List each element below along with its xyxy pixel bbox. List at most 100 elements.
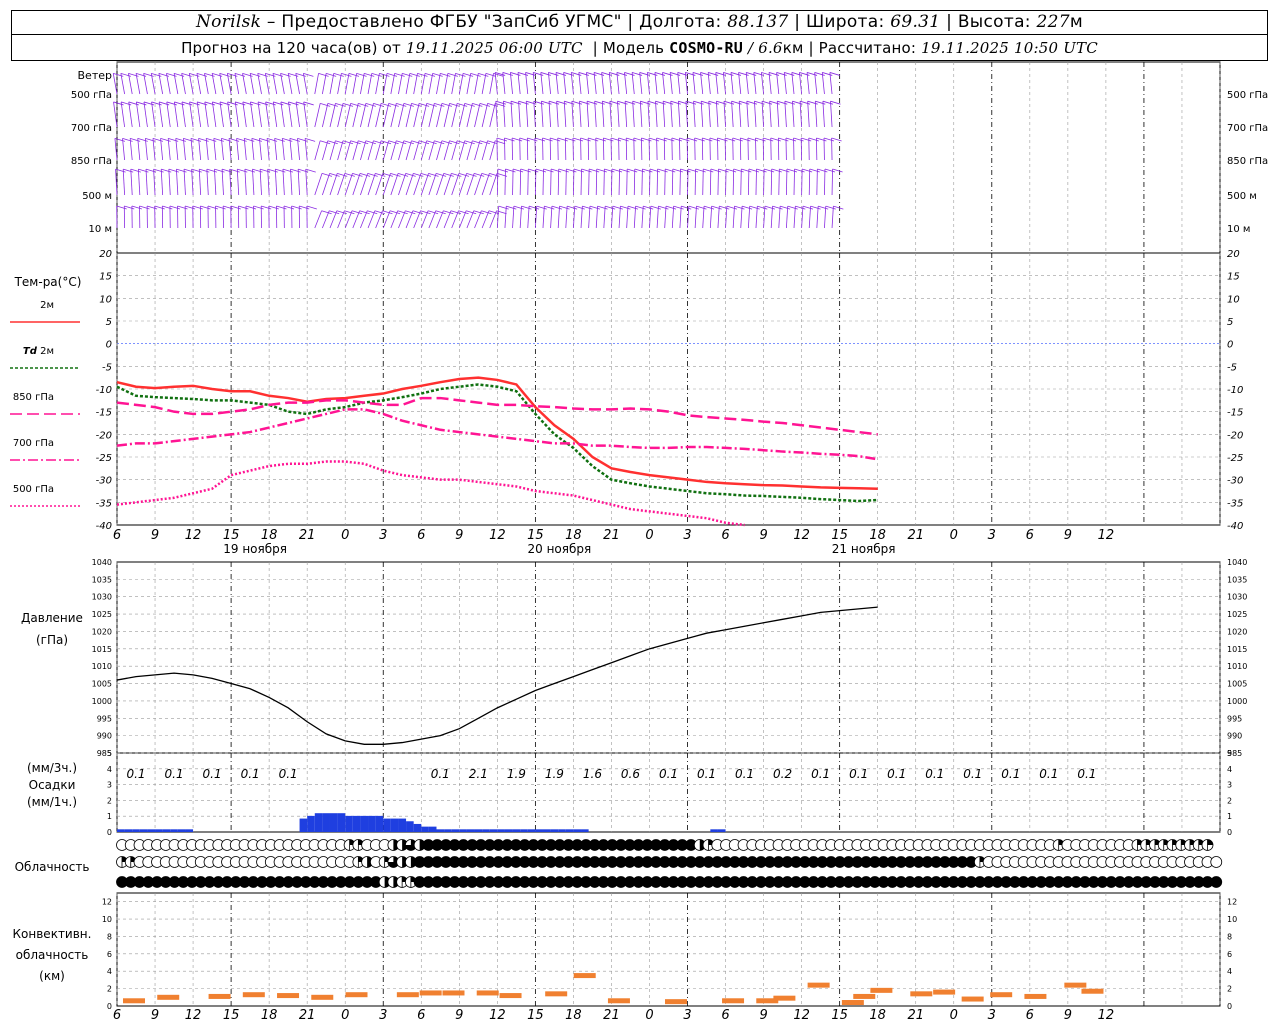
- press-ytick-right: 1020: [1227, 627, 1247, 636]
- temp-ytick-right: 10: [1227, 294, 1240, 305]
- wind-barb: [297, 138, 300, 161]
- wind-barb: [143, 101, 148, 128]
- precip-ytick-right: 5: [1227, 749, 1232, 758]
- temp-ytick-right: 15: [1227, 272, 1240, 283]
- wind-barb: [405, 73, 411, 95]
- hour-label: 6: [721, 1008, 729, 1023]
- wind-barb: [481, 73, 487, 95]
- precip-bar: [459, 829, 467, 832]
- hour-label: 21: [299, 528, 316, 543]
- hour-label: 15: [527, 528, 544, 543]
- hour-label: 6: [721, 528, 729, 543]
- wind-barb: [624, 101, 628, 128]
- hour-label: 12: [793, 1008, 810, 1023]
- hour-label: 15: [223, 1008, 240, 1023]
- wind-level-label-right: 10 м: [1227, 224, 1250, 235]
- hour-label: 6: [417, 1008, 425, 1023]
- precip-label: 0.1: [241, 767, 260, 781]
- press-ytick-right: 1000: [1227, 697, 1247, 706]
- wind-barb: [586, 101, 590, 128]
- precip-label: 0.2: [773, 767, 792, 781]
- wind-barb: [266, 138, 270, 161]
- temp-legend-label: 700 гПа: [13, 438, 54, 449]
- temp-ytick-right: -10: [1227, 385, 1243, 396]
- wind-barb: [183, 169, 186, 196]
- conv-ytick-right: 0: [1227, 1002, 1232, 1011]
- wind-barb: [112, 73, 118, 95]
- precip-label: 0.1: [126, 767, 145, 781]
- wind-barb: [352, 173, 361, 196]
- wind-barb: [618, 169, 620, 196]
- wind-barb: [731, 101, 734, 128]
- temp-ytick-left: -30: [96, 476, 112, 487]
- wind-barb: [221, 169, 224, 196]
- wind-barb: [120, 101, 126, 128]
- conv-bar: [722, 998, 745, 1004]
- wind-barb: [746, 101, 749, 128]
- wind-barb: [594, 101, 597, 128]
- precip-bar: [124, 829, 133, 832]
- wind-level-label: 10 м: [89, 224, 112, 235]
- wind-barb: [626, 206, 629, 229]
- precip-bar: [299, 818, 308, 832]
- wind-barb: [542, 206, 545, 229]
- hour-label: 9: [151, 528, 159, 543]
- wind-barb: [700, 101, 704, 128]
- wind-barb: [822, 101, 825, 128]
- wind-barb: [784, 101, 787, 128]
- wind-barb: [679, 169, 681, 196]
- wind-barb: [725, 169, 727, 196]
- wind-barb: [504, 206, 507, 229]
- wind-barb: [352, 73, 357, 95]
- wind-barb: [807, 101, 810, 128]
- panel-frame: [116, 561, 1221, 754]
- press-ytick-left: 1020: [92, 627, 112, 636]
- press-ytick-right: 1005: [1227, 680, 1247, 689]
- wind-barb: [687, 169, 689, 196]
- wind-barb: [280, 101, 285, 128]
- hour-label: 6: [1026, 528, 1034, 543]
- wind-barb: [474, 103, 481, 128]
- wind-barb: [474, 140, 481, 161]
- day-label: 19 ноября: [223, 542, 287, 556]
- wind-barb: [801, 206, 804, 229]
- wind-barb: [144, 138, 148, 161]
- precip-bar: [512, 829, 521, 832]
- wind-barb: [550, 206, 553, 229]
- press-ytick-left: 1010: [92, 662, 112, 671]
- wind-level-label-right: 700 гПа: [1227, 123, 1268, 134]
- wind-barb: [244, 169, 247, 196]
- wind-barb: [390, 173, 399, 196]
- wind-barb: [519, 169, 522, 196]
- wind-barb: [563, 101, 567, 128]
- wind-barb: [282, 169, 285, 196]
- precip-bar: [710, 829, 718, 832]
- precip-label: 0.1: [849, 767, 868, 781]
- wind-barb: [420, 73, 426, 95]
- wind-level-label: 850 гПа: [71, 156, 112, 167]
- wind-barb: [656, 206, 659, 229]
- conv-bar: [841, 1000, 864, 1006]
- precip-ytick-left: 1: [107, 812, 112, 821]
- wind-barb: [272, 101, 278, 128]
- precip-bar: [185, 829, 194, 832]
- wind-barb: [236, 169, 240, 196]
- press-ytick-right: 1015: [1227, 645, 1247, 654]
- wind-barb: [236, 138, 240, 161]
- wind-barb: [337, 73, 342, 95]
- precip-bar: [177, 829, 186, 832]
- temp-title: Тем-ра(°С): [14, 275, 82, 289]
- temp-ytick-right: -25: [1227, 453, 1243, 464]
- wind-barb: [198, 138, 202, 161]
- wind-barb: [504, 169, 506, 196]
- precip-bar: [421, 826, 429, 832]
- wind-barb: [534, 169, 537, 196]
- precip-bar: [390, 818, 399, 832]
- wind-barb: [512, 169, 514, 196]
- wind-barb: [541, 101, 544, 128]
- wind-barb: [617, 101, 620, 128]
- wind-barb: [337, 103, 344, 128]
- wind-barb: [474, 173, 483, 196]
- wind-barb: [214, 169, 217, 196]
- wind-barb: [708, 101, 711, 128]
